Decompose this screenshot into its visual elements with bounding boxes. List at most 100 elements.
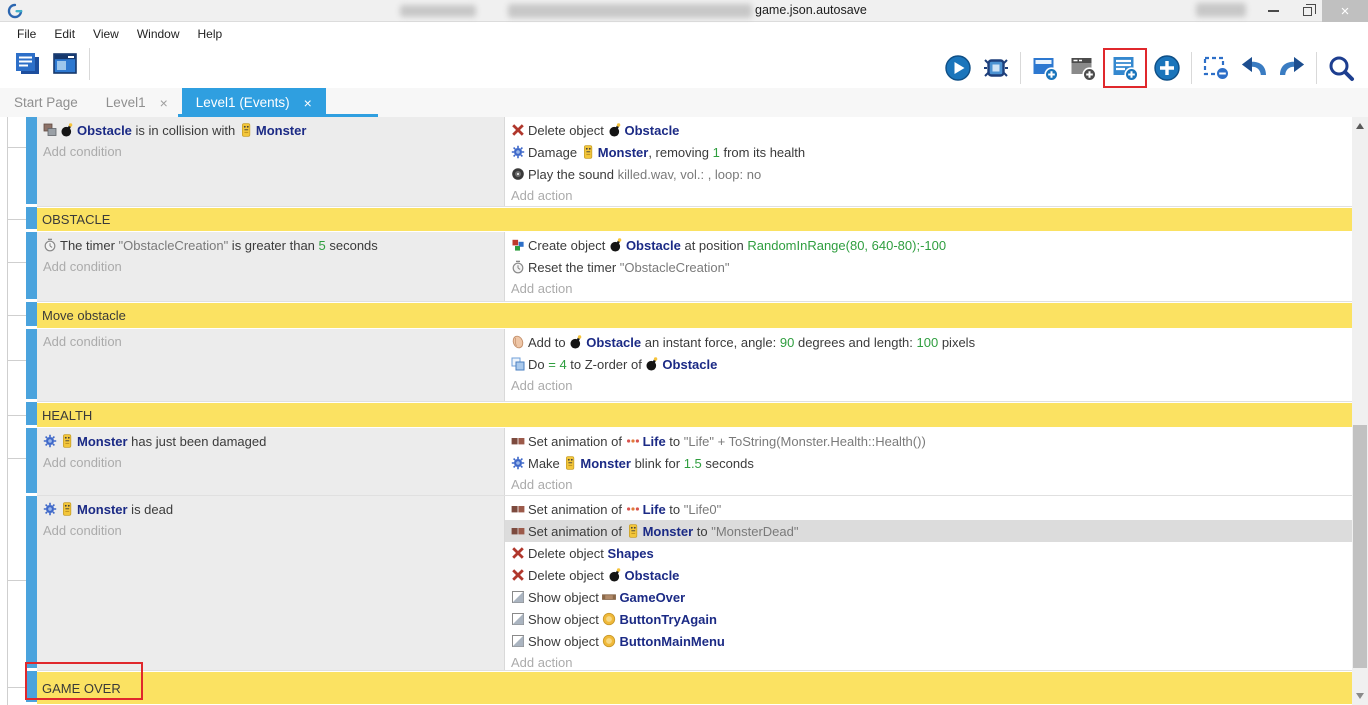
add-condition-link[interactable]: Add condition: [37, 256, 504, 277]
play-button[interactable]: [943, 53, 973, 83]
debug-button[interactable]: [981, 53, 1011, 83]
event-text-plain: Delete object: [528, 546, 608, 561]
event-text-plain: Make: [528, 456, 563, 471]
event-text-value: = 4: [548, 357, 566, 372]
action-line[interactable]: Delete object Obstacle: [505, 119, 1352, 141]
event-text-plain: is greater than: [228, 238, 318, 253]
group-bar-obstacle[interactable]: OBSTACLE: [37, 208, 1352, 231]
add-action-link[interactable]: Add action: [505, 375, 1352, 396]
close-button[interactable]: ×: [1322, 0, 1368, 22]
event-drag-bar[interactable]: [26, 117, 37, 204]
action-line[interactable]: Add to Obstacle an instant force, angle:…: [505, 331, 1352, 353]
restore-button[interactable]: [1292, 0, 1322, 22]
scrollbar-thumb[interactable]: [1353, 425, 1367, 668]
tree-tick: [7, 580, 26, 581]
event-drag-bar[interactable]: [26, 329, 37, 399]
monster-icon: [60, 502, 74, 516]
action-line[interactable]: Show object ButtonTryAgain: [505, 608, 1352, 630]
event-text-object: Monster: [77, 434, 128, 449]
menu-item-edit[interactable]: Edit: [45, 25, 84, 43]
action-line-selected[interactable]: Set animation of Monster to "MonsterDead…: [505, 520, 1352, 542]
tab-start-page[interactable]: Start Page: [0, 88, 92, 117]
event-drag-bar[interactable]: [26, 428, 37, 493]
add-action-link[interactable]: Add action: [505, 185, 1352, 206]
search-button[interactable]: [1326, 53, 1356, 83]
add-object-button[interactable]: [1152, 53, 1182, 83]
menu-item-view[interactable]: View: [84, 25, 128, 43]
damage-icon: [43, 502, 57, 516]
event-text-plain: is in collision with: [132, 123, 239, 138]
add-action-link[interactable]: Add action: [505, 278, 1352, 299]
event-drag-bar[interactable]: [26, 207, 37, 229]
group-bar-game-over[interactable]: GAME OVER: [37, 672, 1352, 704]
delete-icon: [511, 568, 525, 582]
group-bar-health[interactable]: HEALTH: [37, 403, 1352, 427]
event-text-object: ButtonMainMenu: [619, 634, 724, 649]
group-bar-move-obstacle[interactable]: Move obstacle: [37, 303, 1352, 328]
redo-button[interactable]: [1277, 53, 1307, 83]
menu-item-window[interactable]: Window: [128, 25, 189, 43]
redacted-path-segment: [400, 5, 476, 17]
project-manager-button[interactable]: [50, 49, 80, 79]
tab-close-icon[interactable]: ×: [304, 95, 312, 111]
menu-item-help[interactable]: Help: [189, 25, 232, 43]
add-condition-link[interactable]: Add condition: [37, 452, 504, 473]
event-drag-bar[interactable]: [26, 302, 37, 326]
tree-tick: [7, 687, 26, 688]
condition-line[interactable]: Monster is dead: [37, 498, 504, 520]
minimize-button[interactable]: [1258, 0, 1288, 22]
button-icon: [602, 634, 616, 648]
action-line[interactable]: Reset the timer "ObstacleCreation": [505, 256, 1352, 278]
tab-level1[interactable]: Level1×: [92, 88, 182, 117]
action-line[interactable]: Create object Obstacle at position Rando…: [505, 234, 1352, 256]
action-line[interactable]: Damage Monster, removing 1 from its heal…: [505, 141, 1352, 163]
add-event-button[interactable]: [1110, 53, 1140, 83]
event-text-str: "ObstacleCreation": [620, 260, 730, 275]
event-drag-bar[interactable]: [26, 232, 37, 299]
action-line[interactable]: Make Monster blink for 1.5 seconds: [505, 452, 1352, 474]
scroll-down-arrow-icon[interactable]: [1356, 693, 1364, 699]
event-text-plain: degrees and length:: [794, 335, 916, 350]
add-action-link[interactable]: Add action: [505, 652, 1352, 670]
event-text-object: Life: [643, 434, 666, 449]
add-action-link[interactable]: Add action: [505, 474, 1352, 495]
action-line[interactable]: Delete object Shapes: [505, 542, 1352, 564]
event-drag-bar[interactable]: [26, 402, 37, 425]
action-line[interactable]: Show object GameOver: [505, 586, 1352, 608]
event-drag-bar[interactable]: [26, 496, 37, 668]
actions-column: Set animation of Life to "Life0"Set anim…: [505, 496, 1352, 670]
event-drag-bar[interactable]: [26, 671, 37, 702]
action-line[interactable]: Do = 4 to Z-order of Obstacle: [505, 353, 1352, 375]
condition-line[interactable]: Obstacle is in collision with Monster: [37, 119, 504, 141]
action-line[interactable]: Set animation of Life to "Life" + ToStri…: [505, 430, 1352, 452]
action-line[interactable]: Delete object Obstacle: [505, 564, 1352, 586]
menu-item-file[interactable]: File: [8, 25, 45, 43]
condition-line[interactable]: The timer "ObstacleCreation" is greater …: [37, 234, 504, 256]
event-text-plain: Reset the timer: [528, 260, 620, 275]
scroll-up-arrow-icon[interactable]: [1356, 123, 1364, 129]
add-scene-button[interactable]: [1030, 53, 1060, 83]
deselect-button[interactable]: [1201, 53, 1231, 83]
event-text-plain: Show object: [528, 612, 602, 627]
undo-button[interactable]: [1239, 53, 1269, 83]
event-text-object: Obstacle: [662, 357, 717, 372]
tree-tick: [7, 360, 26, 361]
event-text-plain: to: [693, 524, 711, 539]
open-project-button[interactable]: [12, 49, 42, 79]
action-line[interactable]: Play the sound killed.wav, vol.: , loop:…: [505, 163, 1352, 185]
menu-bar: FileEditViewWindowHelp: [0, 23, 1368, 44]
condition-line[interactable]: Monster has just been damaged: [37, 430, 504, 452]
event-group-row: Move obstacle: [0, 302, 1352, 329]
tab-level1-events-[interactable]: Level1 (Events)×: [182, 88, 326, 117]
event-text-plain: Show object: [528, 634, 602, 649]
event-text-plain: Add to: [528, 335, 569, 350]
add-external-events-button[interactable]: [1068, 53, 1098, 83]
add-condition-link[interactable]: Add condition: [37, 331, 504, 352]
event-row: Monster is deadAdd conditionSet animatio…: [0, 496, 1352, 671]
add-condition-link[interactable]: Add condition: [37, 520, 504, 541]
action-line[interactable]: Show object ButtonMainMenu: [505, 630, 1352, 652]
add-condition-link[interactable]: Add condition: [37, 141, 504, 162]
tab-close-icon[interactable]: ×: [160, 95, 168, 111]
conditions-column: Monster is deadAdd condition: [37, 496, 505, 670]
action-line[interactable]: Set animation of Life to "Life0": [505, 498, 1352, 520]
